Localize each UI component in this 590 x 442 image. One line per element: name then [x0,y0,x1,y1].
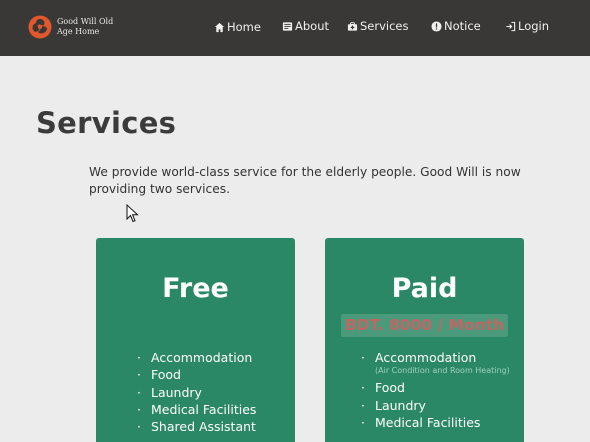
navbar: Good Will Old Age Home Home About Servic… [0,0,590,56]
login-icon [506,21,516,31]
paid-service-card: Paid BDT. 8000 / Month Accommodation (Ai… [325,238,524,442]
nav-notice[interactable]: Notice [431,19,481,33]
logo-icon [28,15,52,39]
brand-name-line2: Age Home [57,27,100,36]
list-item: Laundry [136,384,256,402]
list-item: Shared Assistant [136,418,256,436]
nav-about-label: About [295,19,330,33]
nav-home[interactable]: Home [214,20,261,34]
intro-text: We provide world-class service for the e… [89,165,521,196]
nav-login-label: Login [518,19,550,33]
home-icon [214,22,225,32]
price-badge: BDT. 8000 / Month [341,314,508,337]
nav-about[interactable]: About [282,19,329,33]
list-item: Food [360,379,510,397]
list-item-label: Accommodation [375,350,477,365]
list-item: Accommodation (Air Condition and Room He… [360,349,510,376]
article-icon [282,21,293,31]
page-title: Services [36,106,177,140]
free-card-title: Free [162,273,229,304]
nav-home-label: Home [227,20,261,34]
free-service-card: Free Accommodation Food Laundry Medical … [96,238,295,442]
list-item: Food [136,366,256,384]
mouse-cursor-icon [126,204,139,223]
nav-notice-label: Notice [444,19,481,33]
brand-name-line1: Good Will Old [57,17,114,26]
nav-services-label: Services [360,19,409,33]
list-item-note: (Air Condition and Room Heating) [375,366,510,376]
medical-bag-icon [347,21,358,31]
list-item: Accommodation [136,349,256,367]
paid-card-title: Paid [391,273,458,304]
brand-link[interactable]: Good Will Old Age Home [28,15,121,39]
nav-services[interactable]: Services [347,19,409,33]
nav-login[interactable]: Login [505,19,549,33]
list-item: Laundry [360,397,510,415]
brand-name: Good Will Old Age Home [57,17,121,37]
free-feature-list: Accommodation Food Laundry Medical Facil… [136,349,256,436]
paid-feature-list: Accommodation (Air Condition and Room He… [360,349,510,431]
alert-circle-icon [431,20,442,32]
list-item: Medical Facilities [360,414,510,432]
list-item: Medical Facilities [136,401,256,419]
